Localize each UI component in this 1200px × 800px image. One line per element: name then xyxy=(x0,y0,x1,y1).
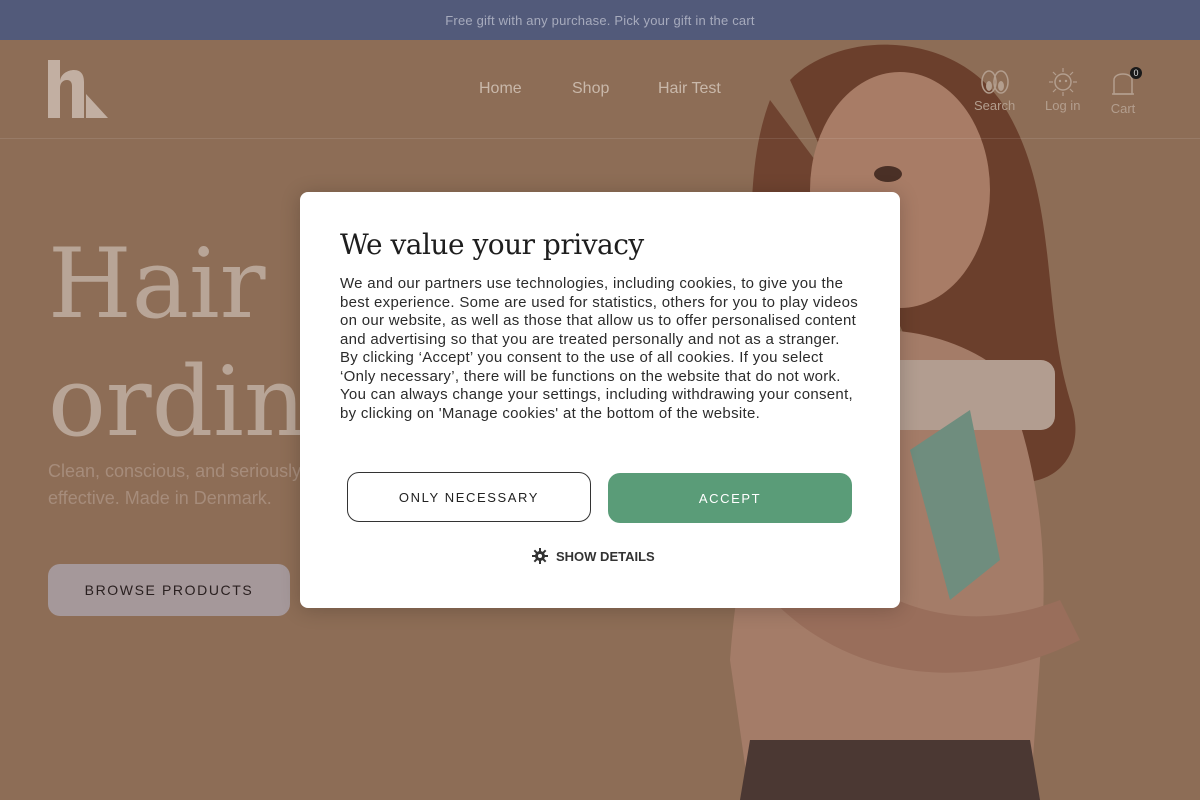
nav-hair-test[interactable]: Hair Test xyxy=(658,80,721,98)
search-eyes-icon xyxy=(980,70,1009,94)
search-button[interactable]: Search xyxy=(974,68,1015,113)
search-label: Search xyxy=(974,98,1016,113)
login-label: Log in xyxy=(1045,98,1081,113)
user-sun-icon xyxy=(1048,68,1077,96)
modal-body: We and our partners use technologies, in… xyxy=(340,275,859,422)
accept-button[interactable]: ACCEPT xyxy=(608,473,852,523)
privacy-modal: We value your privacy We and our partner… xyxy=(300,192,900,608)
cart-count-badge: 0 xyxy=(1130,67,1142,79)
browse-products-button[interactable]: BROWSE PRODUCTS xyxy=(48,564,290,616)
cart-button[interactable]: 0 Cart xyxy=(1110,67,1142,116)
brand-logo[interactable] xyxy=(48,60,108,118)
show-details-toggle[interactable]: SHOW DETAILS xyxy=(532,548,655,564)
announcement-bar: Free gift with any purchase. Pick your g… xyxy=(0,0,1200,40)
site-header: Home Shop Hair Test Search Log in 0 Cart xyxy=(0,40,1200,139)
modal-title: We value your privacy xyxy=(340,228,644,261)
nav-home[interactable]: Home xyxy=(479,80,522,98)
announcement-text: Free gift with any purchase. Pick your g… xyxy=(445,12,755,28)
login-button[interactable]: Log in xyxy=(1045,68,1080,113)
only-necessary-button[interactable]: ONLY NECESSARY xyxy=(347,472,591,522)
gear-icon xyxy=(532,548,548,564)
cart-label: Cart xyxy=(1110,101,1136,116)
hero-subtitle: Clean, conscious, and seriously effectiv… xyxy=(48,461,302,508)
nav-shop[interactable]: Shop xyxy=(572,80,609,98)
show-details-label: SHOW DETAILS xyxy=(556,548,655,564)
